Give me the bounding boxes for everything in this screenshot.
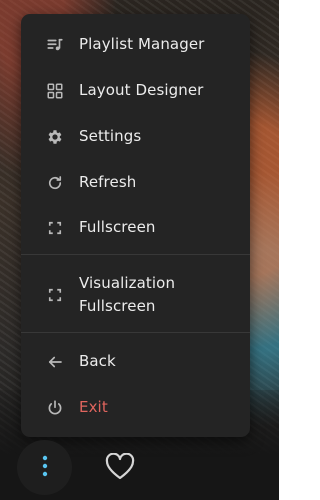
back-arrow-icon xyxy=(45,352,65,372)
menu-item-label: Playlist Manager xyxy=(79,35,205,53)
refresh-icon xyxy=(45,173,65,193)
power-icon xyxy=(45,398,65,418)
menu-item-refresh[interactable]: Refresh xyxy=(21,171,250,194)
menu-item-visualization-fullscreen[interactable]: Visualization Fullscreen xyxy=(21,272,250,318)
menu-item-back[interactable]: Back xyxy=(21,350,250,373)
menu-item-label-line2: Fullscreen xyxy=(79,297,156,315)
menu-item-label: Refresh xyxy=(79,173,137,191)
menu-item-layout-designer[interactable]: Layout Designer xyxy=(21,79,250,102)
menu-divider xyxy=(21,332,250,333)
menu-item-settings[interactable]: Settings xyxy=(21,125,250,148)
grid-icon xyxy=(45,81,65,101)
menu-item-fullscreen[interactable]: Fullscreen xyxy=(21,216,250,239)
menu-item-label: Back xyxy=(79,352,116,370)
heart-icon[interactable] xyxy=(105,452,135,481)
screen: Playlist Manager Layout Designer Setting… xyxy=(0,0,279,500)
menu-item-playlist-manager[interactable]: Playlist Manager xyxy=(21,33,250,56)
menu-item-label-line1: Visualization xyxy=(79,274,176,292)
playlist-icon xyxy=(45,35,65,55)
menu-divider xyxy=(21,254,250,255)
menu-item-label: Layout Designer xyxy=(79,81,204,99)
menu-toggle-button[interactable] xyxy=(17,440,72,495)
fullscreen-icon xyxy=(45,285,65,305)
gear-icon xyxy=(45,127,65,147)
menu-item-label: Fullscreen xyxy=(79,218,156,236)
kebab-menu-icon xyxy=(41,455,49,481)
menu-item-exit[interactable]: Exit xyxy=(21,396,250,419)
menu-item-label: Exit xyxy=(79,398,108,416)
fullscreen-icon xyxy=(45,218,65,238)
context-menu: Playlist Manager Layout Designer Setting… xyxy=(21,14,250,437)
menu-item-label: Settings xyxy=(79,127,142,145)
